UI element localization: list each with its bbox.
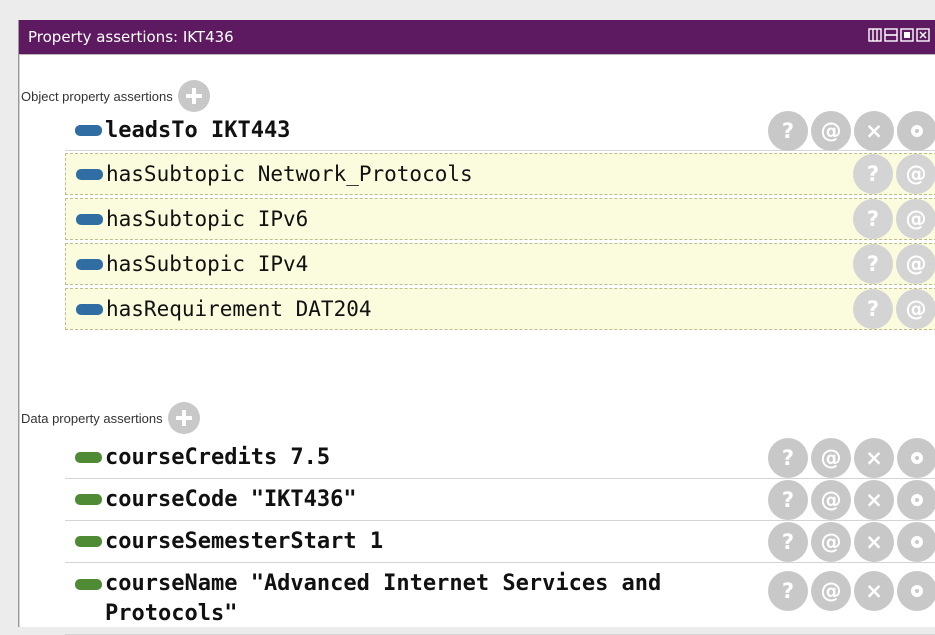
add-object-property-button[interactable] xyxy=(177,79,211,113)
assertion-text: courseSemesterStart 1 xyxy=(105,529,384,554)
explain-button[interactable]: ? xyxy=(768,479,808,520)
row-actions: ? @ xyxy=(853,244,935,284)
row-actions: ? @ × xyxy=(768,521,935,562)
data-section-header: Data property assertions xyxy=(21,401,201,435)
object-section-label: Object property assertions xyxy=(21,88,173,104)
row-actions: ? @ × xyxy=(768,110,935,151)
edit-icon xyxy=(911,493,923,506)
object-property-icon xyxy=(76,168,103,180)
row-actions: ? @ xyxy=(853,289,935,329)
edit-icon xyxy=(911,585,923,597)
data-assertion-row[interactable]: courseSemesterStart 1 ? @ × xyxy=(65,521,935,563)
annotate-button[interactable]: @ xyxy=(811,437,851,478)
assertion-text: courseCode "IKT436" xyxy=(105,487,357,512)
annotate-button[interactable]: @ xyxy=(896,289,935,329)
delete-button[interactable]: × xyxy=(854,437,894,478)
window-controls xyxy=(868,28,930,42)
object-property-icon xyxy=(76,258,103,270)
delete-button[interactable]: × xyxy=(854,479,894,520)
data-assertion-row[interactable]: courseCode "IKT436" ? @ × xyxy=(65,479,935,521)
inferred-assertion-row[interactable]: hasRequirement DAT204 ? @ xyxy=(65,288,935,330)
add-data-property-button[interactable] xyxy=(167,401,201,435)
delete-button[interactable]: × xyxy=(854,110,894,151)
explain-button[interactable]: ? xyxy=(768,110,808,151)
object-property-icon xyxy=(76,303,103,315)
assertion-text: courseCredits 7.5 xyxy=(105,445,331,470)
inferred-assertion-row[interactable]: hasSubtopic IPv4 ? @ xyxy=(65,243,935,285)
data-property-icon xyxy=(75,579,102,590)
annotate-button[interactable]: @ xyxy=(896,199,935,239)
delete-button[interactable]: × xyxy=(854,571,894,611)
panel-content: Object property assertions leadsTo IKT44… xyxy=(19,54,935,635)
edit-icon xyxy=(911,535,923,548)
delete-button[interactable]: × xyxy=(854,521,894,562)
row-actions: ? @ xyxy=(853,154,935,194)
edit-icon xyxy=(911,124,923,137)
edit-button[interactable] xyxy=(897,110,935,151)
data-assertion-row[interactable]: courseName "Advanced Internet Services a… xyxy=(65,563,935,635)
data-property-icon xyxy=(75,536,102,547)
panel-title: Property assertions: IKT436 xyxy=(28,28,234,46)
explain-button[interactable]: ? xyxy=(768,437,808,478)
data-property-icon xyxy=(75,452,102,463)
explain-button[interactable]: ? xyxy=(768,521,808,562)
minimize-icon[interactable] xyxy=(884,28,898,42)
assertion-text: hasRequirement DAT204 xyxy=(106,297,372,321)
row-actions: ? @ × xyxy=(768,437,935,478)
object-assertion-row[interactable]: leadsTo IKT443 ? @ × xyxy=(65,110,935,151)
explain-button[interactable]: ? xyxy=(853,199,893,239)
object-property-icon xyxy=(76,213,103,225)
explain-button[interactable]: ? xyxy=(853,289,893,329)
data-assertion-row[interactable]: courseCredits 7.5 ? @ × xyxy=(65,437,935,479)
edit-button[interactable] xyxy=(897,437,935,478)
data-section-label: Data property assertions xyxy=(21,410,163,426)
assertion-text: courseName "Advanced Internet Services a… xyxy=(105,571,662,626)
row-actions: ? @ × xyxy=(768,571,935,611)
annotate-button[interactable]: @ xyxy=(811,110,851,151)
annotate-button[interactable]: @ xyxy=(896,244,935,284)
view-icon[interactable] xyxy=(868,28,882,42)
assertion-text: leadsTo IKT443 xyxy=(105,118,291,143)
annotate-button[interactable]: @ xyxy=(811,571,851,611)
annotate-button[interactable]: @ xyxy=(811,479,851,520)
inferred-assertion-row[interactable]: hasSubtopic Network_Protocols ? @ xyxy=(65,153,935,195)
inferred-assertion-row[interactable]: hasSubtopic IPv6 ? @ xyxy=(65,198,935,240)
data-property-icon xyxy=(75,494,102,505)
assertion-text: hasSubtopic IPv4 xyxy=(106,252,309,276)
explain-button[interactable]: ? xyxy=(853,154,893,194)
object-property-icon xyxy=(75,125,102,136)
assertion-text: hasSubtopic IPv6 xyxy=(106,207,309,231)
annotate-button[interactable]: @ xyxy=(811,521,851,562)
edit-button[interactable] xyxy=(897,571,935,611)
edit-button[interactable] xyxy=(897,521,935,562)
close-icon[interactable] xyxy=(916,28,930,42)
edit-icon xyxy=(911,451,923,464)
row-actions: ? @ xyxy=(853,199,935,239)
row-actions: ? @ × xyxy=(768,479,935,520)
object-section-header: Object property assertions xyxy=(21,79,211,113)
property-assertions-panel: Property assertions: IKT436 Object prope… xyxy=(18,20,935,635)
explain-button[interactable]: ? xyxy=(853,244,893,284)
assertion-text: hasSubtopic Network_Protocols xyxy=(106,162,473,186)
annotate-button[interactable]: @ xyxy=(896,154,935,194)
maximize-icon[interactable] xyxy=(900,28,914,42)
edit-button[interactable] xyxy=(897,479,935,520)
explain-button[interactable]: ? xyxy=(768,571,808,611)
panel-titlebar: Property assertions: IKT436 xyxy=(19,20,935,54)
